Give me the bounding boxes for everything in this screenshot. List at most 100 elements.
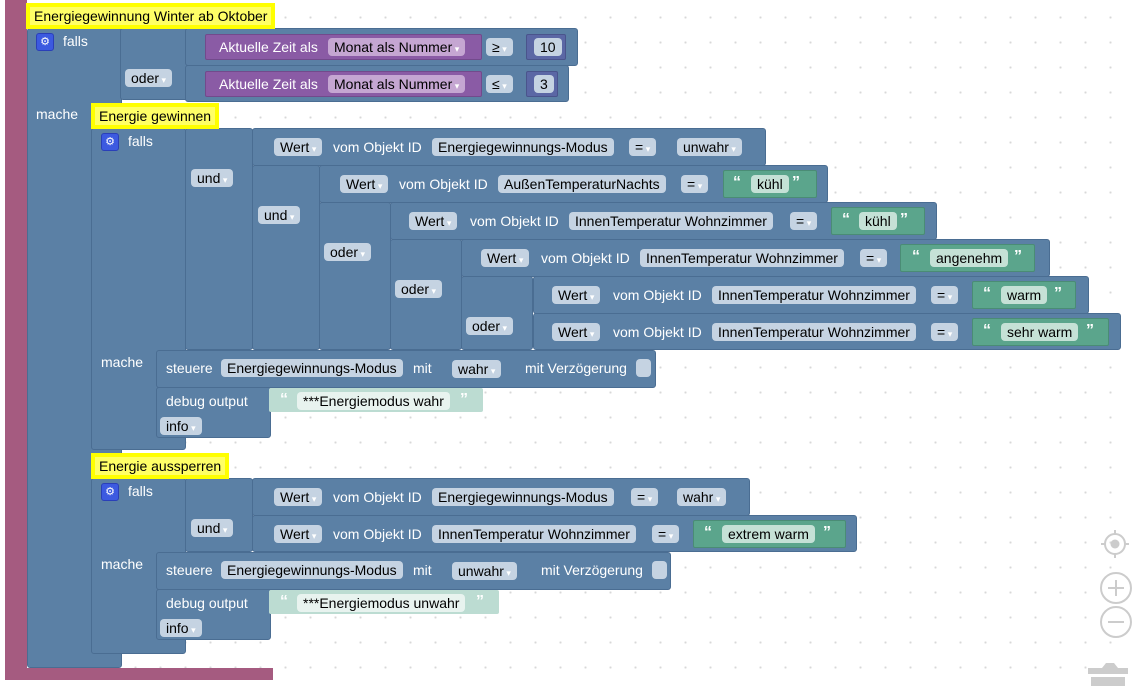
and-dropdown[interactable]: und [191,169,234,187]
op-dropdown-2[interactable]: ≤ [486,75,513,93]
compare-dropdown[interactable]: = [931,323,959,341]
compare-dropdown[interactable]: = [681,175,709,193]
object-id-field[interactable]: Energiegewinnungs-Modus [432,488,614,506]
text-field[interactable]: sehr warm [1001,323,1079,341]
from-object-label: vom Objekt ID [541,250,630,266]
compare-dropdown[interactable]: = [931,286,959,304]
open-quote-icon: “ [842,211,850,228]
number-field-1[interactable]: 10 [534,38,562,56]
open-quote-icon: “ [983,322,991,339]
or-dropdown[interactable]: oder [125,69,173,87]
or-dropdown[interactable]: oder [324,243,372,261]
from-object-label: vom Objekt ID [470,213,559,229]
control-label: steuere [166,360,213,376]
do-label: mache [101,556,144,572]
value-dropdown[interactable]: Wert [274,525,323,543]
log-level-dropdown[interactable]: info [160,417,202,435]
value-dropdown[interactable]: Wert [274,488,323,506]
if-label: falls [128,483,153,499]
do-label: mache [101,354,144,370]
close-quote-icon: ” [1054,285,1062,302]
compare-dropdown[interactable]: = [652,525,680,543]
value-dropdown[interactable]: Wert [409,212,458,230]
trash-icon[interactable] [1086,660,1130,686]
log-level-dropdown[interactable]: info [160,619,202,637]
from-object-label: vom Objekt ID [333,489,422,505]
gear-icon[interactable]: ⚙ [36,33,54,51]
with-delay-label: mit Verzögerung [525,360,627,376]
from-object-label: vom Objekt ID [333,526,422,542]
text-field[interactable]: angenehm [930,249,1009,267]
close-quote-icon: ” [1086,322,1094,339]
number-field-2[interactable]: 3 [534,75,554,93]
if-label: falls [63,33,88,49]
close-quote-icon: ” [1014,248,1022,265]
object-id-field[interactable]: InnenTemperatur Wohnzimmer [712,286,916,304]
lock-and[interactable] [185,478,253,552]
comment-gain[interactable]: Energie gewinnen [91,103,220,129]
open-quote-icon: “ [704,524,712,541]
control-object-field[interactable]: Energiegewinnungs-Modus [221,359,403,377]
value-dropdown[interactable]: Wert [340,175,389,193]
object-id-field[interactable]: InnenTemperatur Wohnzimmer [640,249,844,267]
zoom-in-icon[interactable] [1099,571,1133,605]
object-id-field[interactable]: InnenTemperatur Wohnzimmer [569,212,773,230]
open-quote-icon: “ [280,391,288,408]
outer-event-bottom [5,668,273,680]
gain-and-2[interactable] [252,165,320,350]
gain-or-1[interactable] [319,202,391,350]
control-object-field[interactable]: Energiegewinnungs-Modus [221,561,403,579]
or-dropdown[interactable]: oder [395,280,443,298]
bool-dropdown[interactable]: unwahr [677,138,742,156]
debug-text-field[interactable]: ***Energiemodus unwahr [297,594,466,612]
text-field[interactable]: warm [1001,286,1048,304]
from-object-label: vom Objekt ID [399,176,488,192]
value-dropdown[interactable]: Wert [552,323,601,341]
object-id-field[interactable]: InnenTemperatur Wohnzimmer [432,525,636,543]
gear-icon[interactable]: ⚙ [101,483,119,501]
debug-label: debug output [166,393,248,409]
delay-checkbox[interactable] [652,561,667,579]
open-quote-icon: “ [912,248,920,265]
compare-dropdown[interactable]: = [629,138,657,156]
recenter-icon[interactable] [1099,528,1131,560]
control-label: steuere [166,562,213,578]
current-time-label: Aktuelle Zeit als [219,39,318,55]
text-field[interactable]: kühl [859,212,897,230]
gain-and-1[interactable] [185,128,253,350]
text-field[interactable]: extrem warm [722,525,815,543]
comment-lock[interactable]: Energie aussperren [91,453,230,479]
object-id-field[interactable]: Energiegewinnungs-Modus [432,138,614,156]
month-dropdown-2[interactable]: Monat als Nummer [328,75,466,93]
and-dropdown[interactable]: und [191,519,234,537]
zoom-out-icon[interactable] [1099,605,1133,639]
comment-outer[interactable]: Energiegewinnung Winter ab Oktober [26,3,276,29]
month-dropdown-1[interactable]: Monat als Nummer [328,38,466,56]
close-quote-icon: ” [476,593,484,610]
compare-dropdown[interactable]: = [631,488,659,506]
value-dropdown[interactable]: Wert [274,138,323,156]
delay-checkbox[interactable] [636,359,651,377]
close-quote-icon: ” [460,391,468,408]
debug-label: debug output [166,595,248,611]
bool-dropdown[interactable]: unwahr [452,562,517,580]
from-object-label: vom Objekt ID [613,287,702,303]
gain-or-3[interactable] [461,276,533,350]
compare-dropdown[interactable]: = [790,212,818,230]
debug-text-field[interactable]: ***Energiemodus wahr [297,392,450,410]
compare-dropdown[interactable]: = [860,249,888,267]
bool-dropdown[interactable]: wahr [677,488,727,506]
object-id-field[interactable]: AußenTemperaturNachts [498,175,666,193]
object-id-field[interactable]: InnenTemperatur Wohnzimmer [712,323,916,341]
bool-dropdown[interactable]: wahr [452,360,502,378]
op-dropdown-1[interactable]: ≥ [486,38,513,56]
outer-event-block[interactable] [5,0,27,680]
value-dropdown[interactable]: Wert [481,249,530,267]
value-dropdown[interactable]: Wert [552,286,601,304]
text-field[interactable]: kühl [751,175,789,193]
and-dropdown[interactable]: und [258,206,301,224]
or-dropdown[interactable]: oder [466,317,514,335]
gear-icon[interactable]: ⚙ [101,133,119,151]
current-time-label: Aktuelle Zeit als [219,76,318,92]
with-label: mit [413,562,432,578]
